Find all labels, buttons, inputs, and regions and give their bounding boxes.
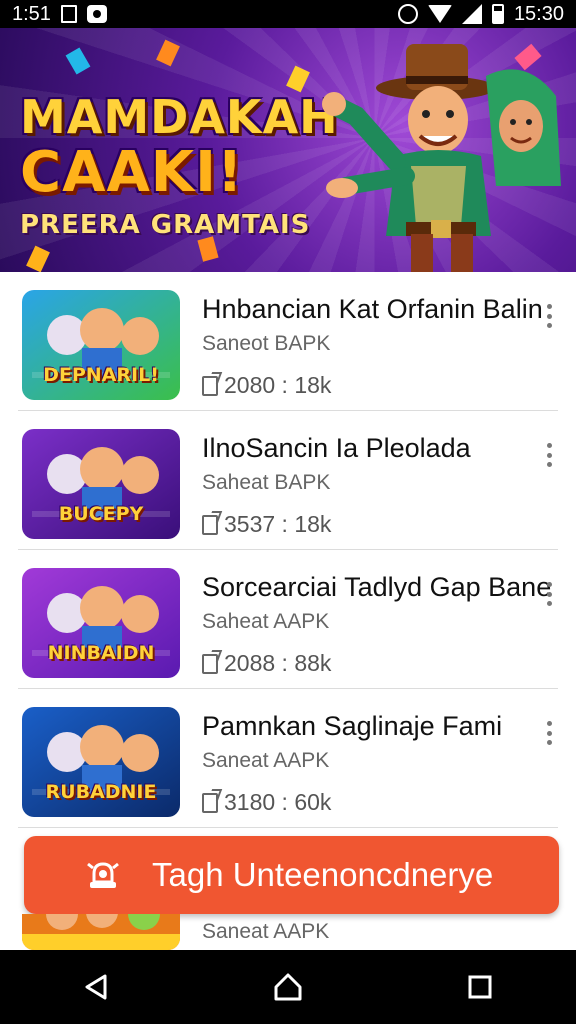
more-options-icon[interactable] [542, 443, 556, 467]
list-item[interactable]: NINBAIDN Sorcearciai Tadlyd Gap Bane Sah… [18, 550, 558, 689]
more-options-icon[interactable] [542, 582, 556, 606]
battery-icon [491, 4, 504, 24]
back-triangle-icon [85, 974, 107, 1000]
more-options-icon[interactable] [542, 304, 556, 328]
banner-title-line1: MAMDAKAH [20, 90, 339, 144]
app-meta: 3180 : 60k [202, 789, 331, 816]
app-subtitle: Saheat BAPK [202, 471, 331, 494]
download-icon [202, 514, 218, 535]
signal-icon [461, 4, 482, 24]
thumbnail-label: BUCEPY [58, 503, 144, 525]
list-item[interactable]: RUBADNIE Pamnkan Saglinaje Fami Saneat A… [18, 689, 558, 828]
app-meta: 2080 : 18k [202, 372, 331, 399]
app-thumbnail: BUCEPY [22, 429, 180, 539]
app-list: DEPNARIL! Hnbancian Kat Orfanin Balin Sa… [0, 272, 576, 828]
app-stats: 2080 : 18k [224, 372, 332, 398]
app-thumbnail: RUBADNIE [22, 707, 180, 817]
app-title: IlnoSancin Ia Pleolada [202, 433, 471, 463]
partial-app-thumbnail [22, 914, 180, 950]
messenger-icon [86, 5, 107, 23]
thumbnail-label: NINBAIDN [47, 642, 155, 664]
cta-label: Tagh Unteenoncdnerye [152, 856, 494, 893]
download-icon [202, 653, 218, 674]
app-stats: 2088 : 88k [224, 650, 332, 676]
n-icon [60, 5, 77, 23]
banner-title-line2: CAAKI! [20, 140, 244, 205]
thumbnail-label: DEPNARIL! [43, 364, 159, 386]
app-thumbnail: NINBAIDN [22, 568, 180, 678]
thumbnail-label: RUBADNIE [45, 781, 157, 803]
list-item[interactable]: BUCEPY IlnoSancin Ia Pleolada Saheat BAP… [18, 411, 558, 550]
app-stats: 3537 : 18k [224, 511, 332, 537]
back-button[interactable] [66, 957, 126, 1017]
app-title: Hnbancian Kat Orfanin Balin [202, 294, 543, 324]
alarm-icon [397, 4, 418, 24]
wifi-icon [427, 5, 452, 23]
home-button[interactable] [258, 957, 318, 1017]
app-subtitle: Saneat AAPK [202, 749, 330, 772]
partial-app-subtitle: Saneat AAPK [202, 920, 330, 943]
banner-subtitle: PREERA GRAMTAIS [20, 210, 311, 240]
app-title: Sorcearciai Tadlyd Gap Bane [202, 572, 552, 602]
promo-banner[interactable]: MAMDAKAH CAAKI! PREERA GRAMTAIS [0, 28, 576, 272]
status-time-left: 1:51 [12, 2, 51, 25]
alert-bell-icon [87, 862, 119, 888]
app-subtitle: Saneot BAPK [202, 332, 331, 355]
partial-list-item[interactable]: Saneat AAPK [0, 914, 576, 950]
cta-button[interactable]: Tagh Unteenoncdnerye [24, 836, 559, 914]
app-meta: 2088 : 88k [202, 650, 331, 677]
hero-character-illustration [322, 44, 561, 272]
download-icon [202, 375, 218, 396]
app-stats: 3180 : 60k [224, 789, 332, 815]
more-options-icon[interactable] [542, 721, 556, 745]
app-subtitle: Saheat AAPK [202, 610, 330, 633]
status-time-right: 15:30 [513, 2, 564, 25]
app-title: Pamnkan Saglinaje Fami [202, 711, 503, 741]
download-icon [202, 792, 218, 813]
app-thumbnail: DEPNARIL! [22, 290, 180, 400]
recents-button[interactable] [450, 957, 510, 1017]
home-icon [274, 973, 302, 1001]
navigation-bar [0, 950, 576, 1024]
status-bar: 1:51 15:30 [0, 0, 576, 28]
list-item[interactable]: DEPNARIL! Hnbancian Kat Orfanin Balin Sa… [18, 272, 558, 411]
app-meta: 3537 : 18k [202, 511, 331, 538]
recents-square-icon [468, 975, 492, 999]
